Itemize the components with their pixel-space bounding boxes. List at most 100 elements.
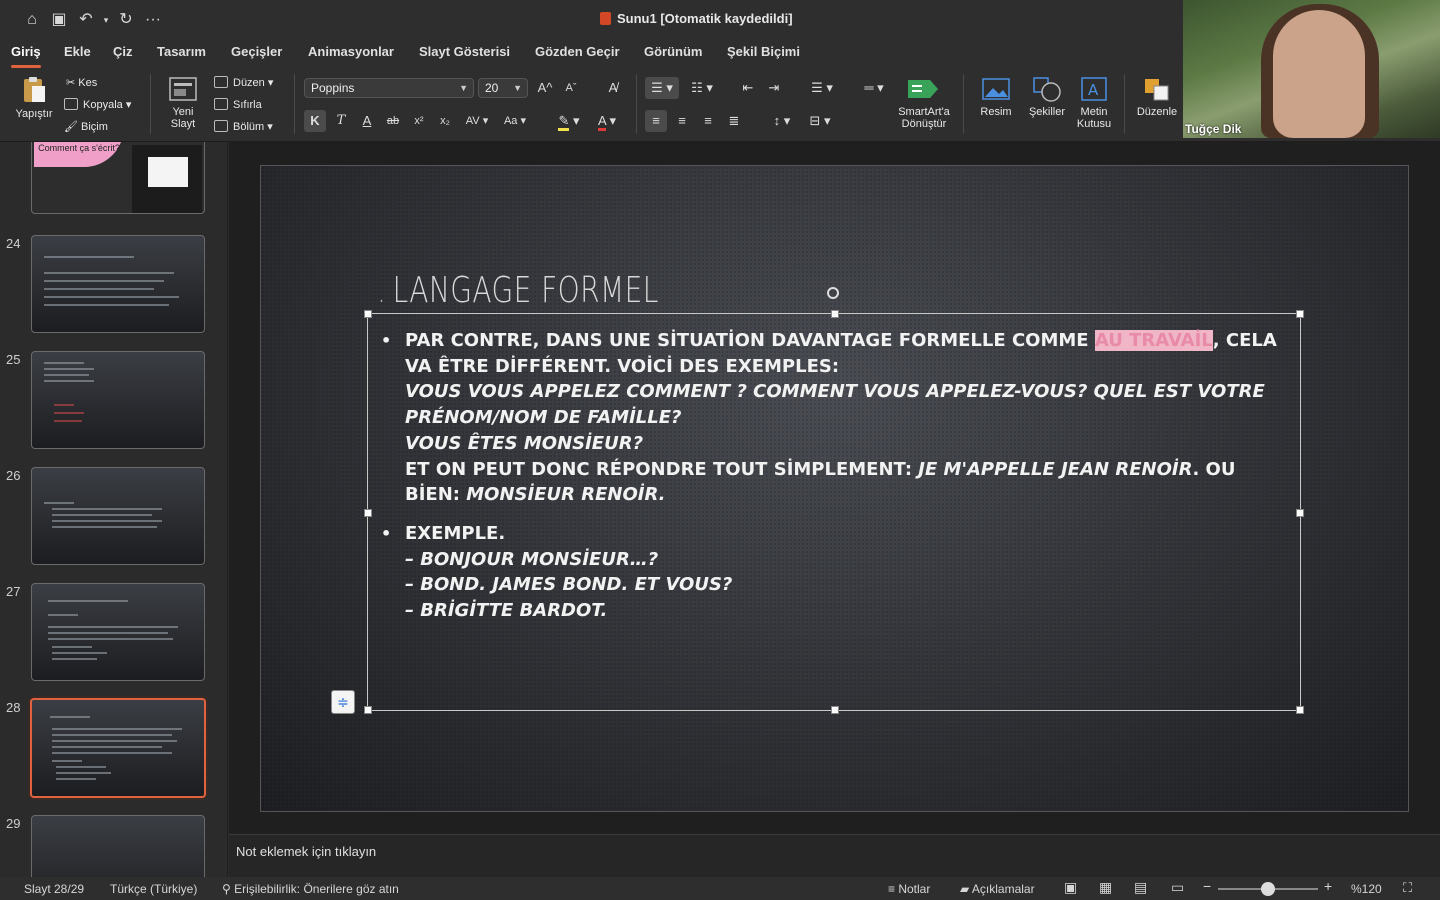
- picture-button[interactable]: Resim: [973, 76, 1019, 118]
- decrease-font-icon[interactable]: Aˇ: [560, 77, 582, 99]
- font-size-select[interactable]: 20 ▼: [478, 78, 528, 98]
- resize-handle[interactable]: [1296, 310, 1304, 318]
- font-color-icon[interactable]: A ▾: [590, 110, 624, 132]
- increase-font-icon[interactable]: A^: [534, 77, 556, 99]
- redo-icon[interactable]: ↻: [115, 10, 137, 30]
- notes-pane[interactable]: Not eklemek için tıklayın: [229, 834, 1440, 877]
- character-spacing-button[interactable]: AV ▾: [460, 110, 494, 132]
- italic-button[interactable]: T: [330, 110, 352, 132]
- language-indicator[interactable]: Türkçe (Türkiye): [110, 882, 197, 896]
- smartart-button[interactable]: SmartArt'a Dönüştür: [893, 76, 955, 130]
- text-direction-icon[interactable]: ↕ ▾: [765, 110, 799, 132]
- slide-thumbnail-29[interactable]: [31, 815, 205, 877]
- zoom-out-icon[interactable]: −: [1203, 878, 1211, 894]
- align-right-icon[interactable]: ≡: [697, 110, 719, 132]
- slideshow-icon[interactable]: ▭: [1171, 879, 1184, 896]
- comment-icon: ▰: [960, 882, 972, 896]
- underline-button[interactable]: A: [356, 110, 378, 132]
- layout-button[interactable]: Düzen ▾: [214, 74, 273, 92]
- tab-giris[interactable]: Giriş: [11, 44, 41, 68]
- change-case-button[interactable]: Aa ▾: [498, 110, 532, 132]
- highlight-color-icon[interactable]: ✎ ▾: [552, 110, 586, 132]
- increase-indent-icon[interactable]: ⇥: [763, 77, 785, 99]
- notes-button[interactable]: ≡ Notlar: [888, 882, 930, 896]
- align-text-icon[interactable]: ⊟ ▾: [803, 110, 837, 132]
- slide-thumbnail-27[interactable]: [31, 583, 205, 681]
- tab-animasyonlar[interactable]: Animasyonlar: [308, 44, 394, 59]
- slide-thumbnail-26[interactable]: [31, 467, 205, 565]
- comments-button[interactable]: ▰ Açıklamalar: [960, 882, 1035, 896]
- resize-handle[interactable]: [1296, 706, 1304, 714]
- autofit-options-icon[interactable]: ≑: [331, 690, 355, 714]
- resize-handle[interactable]: [1296, 509, 1304, 517]
- tab-sekil-bicimi[interactable]: Şekil Biçimi: [727, 44, 800, 59]
- tab-tasarim[interactable]: Tasarım: [157, 44, 206, 59]
- slide-thumbnail-28[interactable]: [30, 698, 206, 798]
- thumbnail-line: [52, 658, 97, 660]
- align-left-icon[interactable]: ≡: [645, 110, 667, 132]
- accessibility-button[interactable]: ⚲ Erişilebilirlik: Önerilere göz atın: [222, 882, 399, 896]
- strikethrough-button[interactable]: ab: [382, 110, 404, 132]
- tab-gecisler[interactable]: Geçişler: [231, 44, 282, 59]
- columns-icon[interactable]: ═ ▾: [857, 77, 891, 99]
- bullets-icon[interactable]: ☰ ▾: [645, 77, 679, 99]
- decrease-indent-icon[interactable]: ⇤: [737, 77, 759, 99]
- save-icon[interactable]: ▣: [48, 10, 70, 30]
- font-name-select[interactable]: Poppins ▼: [304, 78, 474, 98]
- bold-button[interactable]: K: [304, 110, 326, 132]
- tab-slayt-gosterisi[interactable]: Slayt Gösterisi: [419, 44, 510, 59]
- resize-handle[interactable]: [831, 706, 839, 714]
- zoom-in-icon[interactable]: +: [1324, 878, 1332, 894]
- line-spacing-icon[interactable]: ☰ ▾: [805, 77, 839, 99]
- textbox-button[interactable]: A Metin Kutusu: [1072, 76, 1116, 130]
- format-painter-button[interactable]: 🖌 Biçim: [64, 118, 108, 136]
- resize-handle[interactable]: [831, 310, 839, 318]
- zoom-slider-knob[interactable]: [1261, 882, 1275, 896]
- more-icon[interactable]: ···: [142, 10, 164, 30]
- numbering-icon[interactable]: ☷ ▾: [685, 77, 719, 99]
- slide-thumbnail-panel[interactable]: Comment ça s'écrit? 24 25 26 27 28 29: [0, 142, 228, 877]
- new-slide-button[interactable]: Yeni Slayt: [160, 76, 206, 130]
- copy-button[interactable]: Kopyala ▾: [64, 96, 131, 114]
- paste-button[interactable]: Yapıştır: [12, 76, 56, 120]
- reading-view-icon[interactable]: ▤: [1134, 879, 1147, 896]
- slide-title[interactable]: . LANGAGE FORMEL: [377, 270, 659, 311]
- normal-view-icon[interactable]: ▣: [1064, 879, 1077, 896]
- superscript-button[interactable]: x²: [408, 110, 430, 132]
- thumbnail-line: [52, 728, 182, 730]
- slide-sorter-icon[interactable]: ▦: [1099, 879, 1112, 896]
- align-center-icon[interactable]: ≡: [671, 110, 693, 132]
- slide-thumbnail-23[interactable]: Comment ça s'écrit?: [31, 142, 205, 214]
- arrange-button[interactable]: Düzenle: [1134, 76, 1180, 118]
- cut-button[interactable]: ✂ Kes: [66, 74, 97, 92]
- thumbnail-line: [56, 778, 96, 780]
- undo-icon[interactable]: ↶: [75, 10, 97, 30]
- tab-ciz[interactable]: Çiz: [113, 44, 133, 59]
- undo-dropdown-icon[interactable]: ▾: [95, 10, 117, 30]
- fit-to-window-icon[interactable]: ⛶: [1403, 880, 1412, 896]
- slide-canvas[interactable]: .LANGAGE FORMEL PAR CONTRE, DANS UNE SİT…: [260, 165, 1409, 812]
- resize-handle[interactable]: [364, 509, 372, 517]
- tab-gozden-gecir[interactable]: Gözden Geçir: [535, 44, 620, 59]
- slide-thumbnail-25[interactable]: [31, 351, 205, 449]
- section-button[interactable]: Bölüm ▾: [214, 118, 273, 136]
- zoom-slider[interactable]: [1218, 882, 1318, 896]
- resize-handle[interactable]: [364, 310, 372, 318]
- thumbnail-line: [44, 296, 179, 298]
- status-bar: Slayt 28/29 Türkçe (Türkiye) ⚲ Erişilebi…: [0, 877, 1440, 900]
- tab-ekle[interactable]: Ekle: [64, 44, 91, 59]
- rotate-handle-icon[interactable]: [827, 287, 839, 299]
- selected-text-box[interactable]: PAR CONTRE, DANS UNE SİTUATİON DAVANTAGE…: [364, 310, 1304, 714]
- shapes-button[interactable]: Şekiller: [1024, 76, 1070, 118]
- clear-formatting-icon[interactable]: A̸: [602, 77, 624, 99]
- home-icon[interactable]: ⌂: [21, 10, 43, 30]
- slide-thumbnail-24[interactable]: [31, 235, 205, 333]
- zoom-level[interactable]: %120: [1351, 882, 1382, 896]
- justify-icon[interactable]: ≣: [723, 110, 745, 132]
- text-box-content[interactable]: PAR CONTRE, DANS UNE SİTUATİON DAVANTAGE…: [381, 328, 1281, 624]
- reset-button[interactable]: Sıfırla: [214, 96, 262, 114]
- resize-handle[interactable]: [364, 706, 372, 714]
- tab-gorunum[interactable]: Görünüm: [644, 44, 703, 59]
- subscript-button[interactable]: x₂: [434, 110, 456, 132]
- thumbnail-line: [44, 256, 134, 258]
